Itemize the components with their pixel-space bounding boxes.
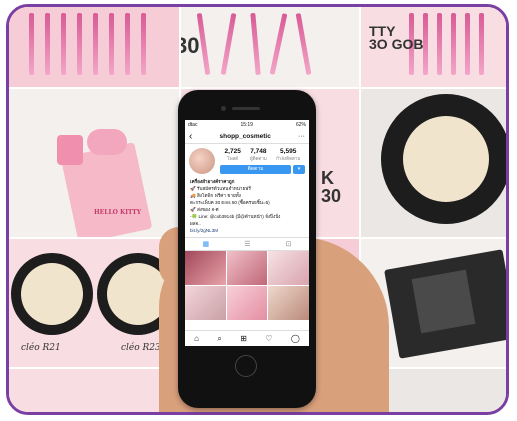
add-icon[interactable]: ⊞ bbox=[240, 334, 247, 343]
profile-tabs: ▦ ☰ ⊡ bbox=[185, 237, 309, 251]
bio-line: ผลจ.. bbox=[190, 221, 201, 226]
post-thumbnail[interactable] bbox=[185, 286, 226, 320]
post-thumbnail[interactable] bbox=[268, 286, 309, 320]
tile-compacts: cléo R21 cléo R23 bbox=[9, 239, 179, 367]
tile-bottom-left bbox=[9, 369, 179, 412]
bio-line: 🚀 ส่งของ จ-ศ bbox=[190, 207, 219, 212]
tile-text-mid: K 30 bbox=[321, 169, 341, 205]
follow-button[interactable]: ติดตาม bbox=[220, 165, 291, 174]
tile-brushes-30: 30 bbox=[181, 7, 359, 87]
carrier: dtac bbox=[188, 121, 198, 128]
instagram-screen: dtac 15:19 62% ‹ shopp_cosmetic ··· 2,72… bbox=[185, 120, 309, 346]
list-icon[interactable]: ☰ bbox=[244, 240, 250, 248]
profile-header: ‹ shopp_cosmetic ··· bbox=[185, 129, 309, 144]
compact-label-left: cléo R21 bbox=[21, 343, 61, 353]
profile-username: shopp_cosmetic bbox=[219, 132, 271, 140]
following-count: 5,595 bbox=[280, 148, 297, 155]
grid-icon[interactable]: ▦ bbox=[203, 240, 210, 248]
home-icon[interactable]: ⌂ bbox=[194, 334, 199, 343]
tile-brushes bbox=[9, 7, 179, 87]
back-icon[interactable]: ‹ bbox=[189, 131, 192, 142]
tile-text-line2: 3O GOB bbox=[369, 36, 424, 52]
tile-text: TTY 3O GOB bbox=[369, 24, 424, 52]
clock: 15:19 bbox=[240, 121, 253, 128]
tile-number: 30 bbox=[181, 33, 200, 58]
more-icon[interactable]: ··· bbox=[298, 133, 305, 140]
search-icon[interactable]: ⌕ bbox=[217, 334, 221, 344]
earpiece-speaker bbox=[232, 107, 260, 110]
post-thumbnail[interactable] bbox=[226, 251, 268, 285]
status-bar: dtac 15:19 62% bbox=[185, 120, 309, 129]
bio-link[interactable]: bit.ly/2gNL3M bbox=[190, 227, 304, 234]
bottom-nav: ⌂ ⌕ ⊞ ♡ ◯ bbox=[185, 330, 309, 346]
post-thumbnail[interactable] bbox=[226, 286, 268, 320]
profile-bio: เครื่องสำอางค์ราคาถูก 🚀 รับสมัครตัวแทนจำ… bbox=[185, 174, 309, 234]
profile-stats: 2,725 โพสต์ 7,748 ผู้ติดตาม 5,595 กำลังต… bbox=[220, 148, 305, 174]
following-stat[interactable]: 5,595 กำลังติดตาม bbox=[276, 148, 300, 162]
tile-pink-kit: HELLO KITTY bbox=[9, 89, 179, 237]
battery: 62% bbox=[295, 121, 306, 128]
bio-name: เครื่องสำอางค์ราคาถูก bbox=[190, 179, 235, 184]
home-button[interactable] bbox=[235, 355, 257, 377]
tagged-icon[interactable]: ⊡ bbox=[286, 240, 292, 248]
posts-grid bbox=[185, 251, 309, 320]
tile-text-mid-line2: 30 bbox=[321, 186, 342, 206]
suggestions-dropdown-button[interactable]: ▾ bbox=[293, 165, 305, 174]
tile-brushes-right: TTY 3O GOB bbox=[361, 7, 506, 87]
bio-line: ตะกระเพ็บค 30 Ems 50 (ซื้อครบ5ชิ้น=5) bbox=[190, 200, 270, 205]
avatar[interactable] bbox=[189, 148, 215, 174]
followers-stat[interactable]: 7,748 ผู้ติดตาม bbox=[250, 148, 267, 162]
front-camera bbox=[221, 106, 226, 111]
profile-summary: 2,725 โพสต์ 7,748 ผู้ติดตาม 5,595 กำลังต… bbox=[185, 144, 309, 174]
posts-label: โพสต์ bbox=[227, 156, 239, 161]
brand-label: HELLO KITTY bbox=[94, 209, 142, 216]
heart-icon[interactable]: ♡ bbox=[265, 334, 272, 343]
posts-count: 2,725 bbox=[224, 148, 241, 155]
bio-line: -🍀 Line: @cxb3914b (มี@ด้านหน้า) จั่งปึ่… bbox=[190, 214, 281, 219]
bio-line: 🚚 สิงโตพิก ฟรีค่า ขายทั้ง bbox=[190, 193, 241, 198]
compact-label-right: cléo R23 bbox=[121, 343, 161, 353]
post-thumbnail[interactable] bbox=[268, 251, 309, 285]
posts-stat[interactable]: 2,725 โพสต์ bbox=[225, 148, 241, 162]
post-thumbnail[interactable] bbox=[185, 251, 226, 285]
followers-label: ผู้ติดตาม bbox=[249, 156, 267, 161]
tile-text-mid-line1: K bbox=[321, 168, 334, 188]
following-label: กำลังติดตาม bbox=[275, 156, 301, 161]
profile-icon[interactable]: ◯ bbox=[291, 334, 300, 343]
tile-compact-big bbox=[361, 89, 506, 237]
followers-count: 7,748 bbox=[250, 148, 267, 155]
bio-line: 🚀 รับสมัครตัวแทนจำหน่ายฟรี bbox=[190, 186, 251, 191]
